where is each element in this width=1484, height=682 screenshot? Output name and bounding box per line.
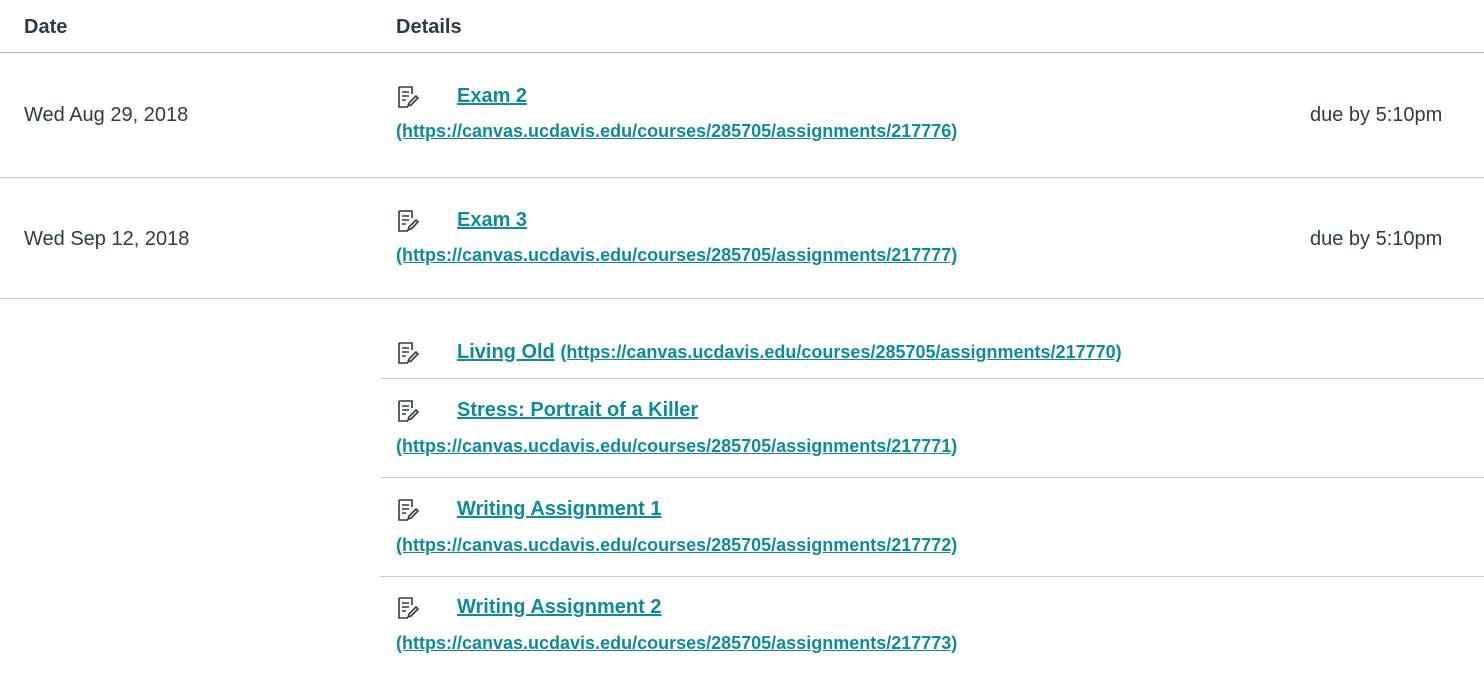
assignment-title-link[interactable]: Exam 3 — [457, 209, 527, 232]
assignment-title-link[interactable]: Living Old — [457, 341, 555, 363]
assignment-title-link[interactable]: Exam 2 — [457, 85, 527, 108]
assignment-title-link[interactable]: Stress: Portrait of a Killer — [457, 399, 698, 422]
course-summary-table: Date Details Wed Aug 29, 2018 Exam 2 (ht… — [0, 0, 1484, 682]
assignment-title-line: Living Old (https://canvas.ucdavis.edu/c… — [457, 341, 1122, 364]
assignment-icon — [398, 86, 420, 108]
row-date: Wed Aug 29, 2018 — [24, 104, 189, 126]
divider — [380, 576, 1484, 577]
assignment-url-link[interactable]: (https://canvas.ucdavis.edu/courses/2857… — [560, 342, 1121, 362]
assignment-icon — [398, 342, 420, 364]
column-header-details: Details — [396, 16, 462, 38]
due-time: due by 5:10pm — [1310, 228, 1443, 250]
assignment-icon — [398, 597, 420, 619]
divider — [380, 477, 1484, 478]
assignment-title-link[interactable]: Writing Assignment 1 — [457, 498, 661, 521]
divider — [380, 378, 1484, 379]
assignment-url-link[interactable]: (https://canvas.ucdavis.edu/courses/2857… — [396, 245, 957, 266]
assignment-url-link[interactable]: (https://canvas.ucdavis.edu/courses/2857… — [396, 535, 957, 556]
row-date: Wed Sep 12, 2018 — [24, 228, 190, 250]
assignment-title-link[interactable]: Writing Assignment 2 — [457, 596, 661, 619]
assignment-icon — [398, 210, 420, 232]
due-time: due by 5:10pm — [1310, 104, 1443, 126]
assignment-url-link[interactable]: (https://canvas.ucdavis.edu/courses/2857… — [396, 436, 957, 457]
table-header: Date Details — [0, 0, 1484, 53]
assignment-icon — [398, 499, 420, 521]
assignment-icon — [398, 400, 420, 422]
table-row: Living Old (https://canvas.ucdavis.edu/c… — [0, 299, 1484, 682]
assignment-url-link[interactable]: (https://canvas.ucdavis.edu/courses/2857… — [396, 121, 957, 142]
table-row: Wed Aug 29, 2018 Exam 2 (https://canvas.… — [0, 53, 1484, 178]
assignment-url-link[interactable]: (https://canvas.ucdavis.edu/courses/2857… — [396, 633, 957, 654]
table-row: Wed Sep 12, 2018 Exam 3 (https://canvas.… — [0, 178, 1484, 299]
column-header-date: Date — [24, 16, 68, 38]
